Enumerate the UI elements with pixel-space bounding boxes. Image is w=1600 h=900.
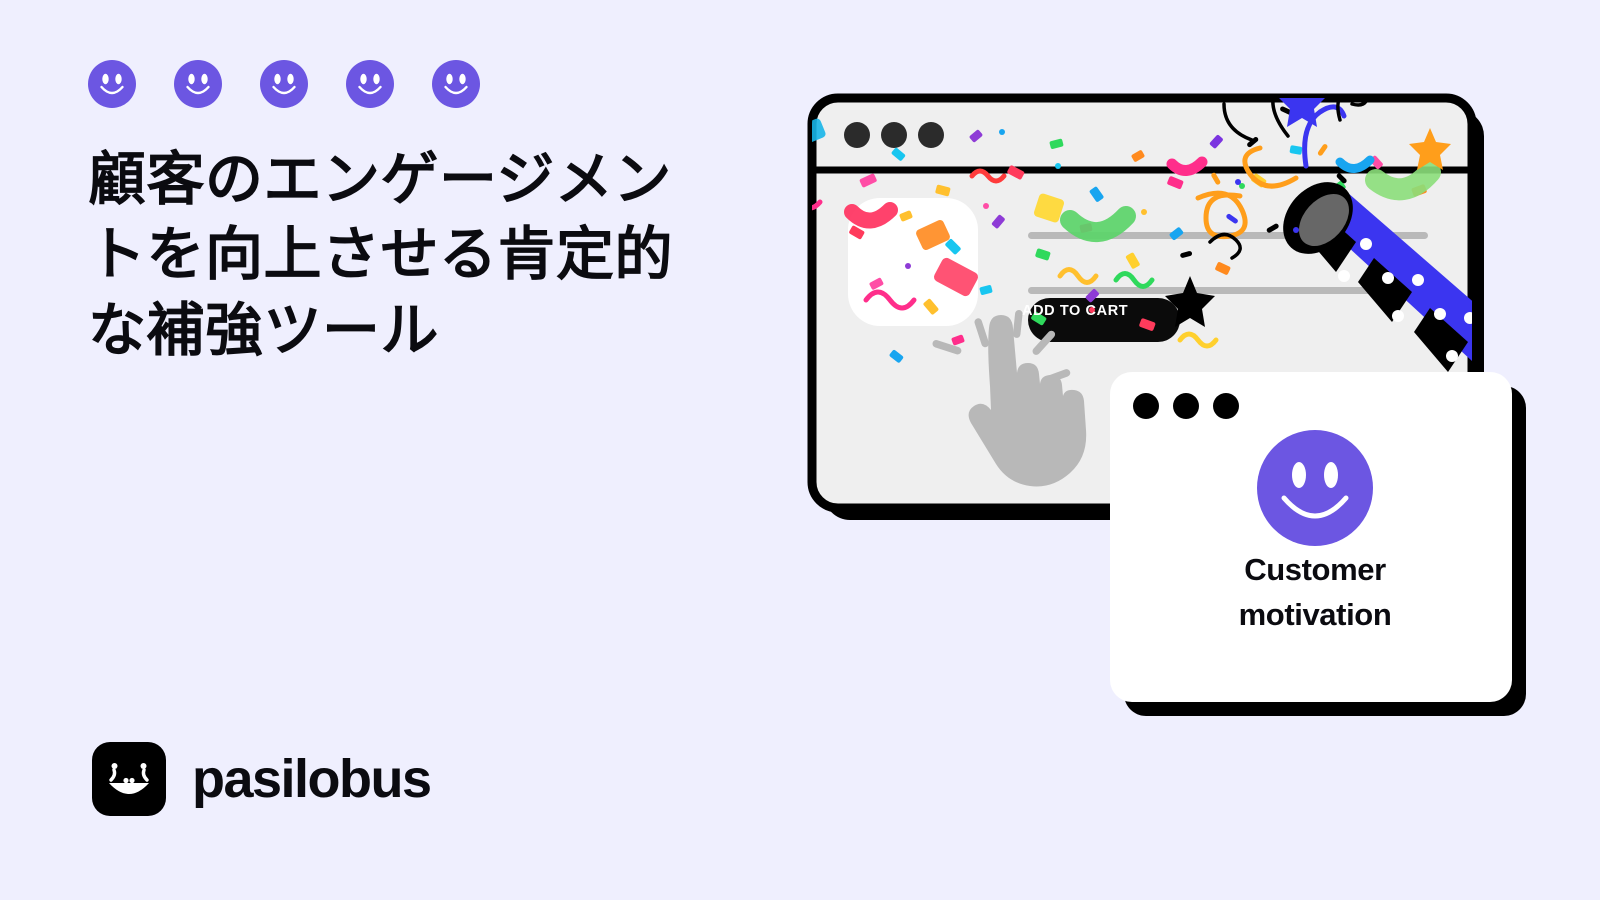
smiley-icon-2	[174, 60, 222, 108]
smiley-face-icon	[1257, 430, 1373, 546]
add-to-cart-button[interactable]: ADD TO CART	[1022, 303, 1128, 319]
logo-wordmark: pasilobus	[192, 749, 432, 809]
rating-smiley-row	[88, 60, 728, 108]
card-dot-3	[1213, 393, 1239, 419]
smiley-icon-4	[346, 60, 394, 108]
smiley-icon-3	[260, 60, 308, 108]
card-dot-1	[1133, 393, 1159, 419]
hero-left-column: 顧客のエンゲージメントを向上させる肯定的な補強ツール	[88, 60, 728, 368]
motivation-card	[1110, 372, 1526, 716]
smiley-icon-5	[432, 60, 480, 108]
motivation-title-line-1: Customer	[1244, 552, 1386, 587]
page-title: 顧客のエンゲージメントを向上させる肯定的な補強ツール	[88, 147, 674, 363]
brand-logo: pasilobus	[92, 742, 432, 816]
card-dot-2	[1173, 393, 1199, 419]
laughing-face-icon	[92, 742, 166, 816]
motivation-card-title: Customer motivation	[1165, 548, 1465, 638]
hero-illustration	[740, 0, 1600, 760]
smiley-icon-1	[88, 60, 136, 108]
motivation-title-line-2: motivation	[1238, 596, 1392, 632]
